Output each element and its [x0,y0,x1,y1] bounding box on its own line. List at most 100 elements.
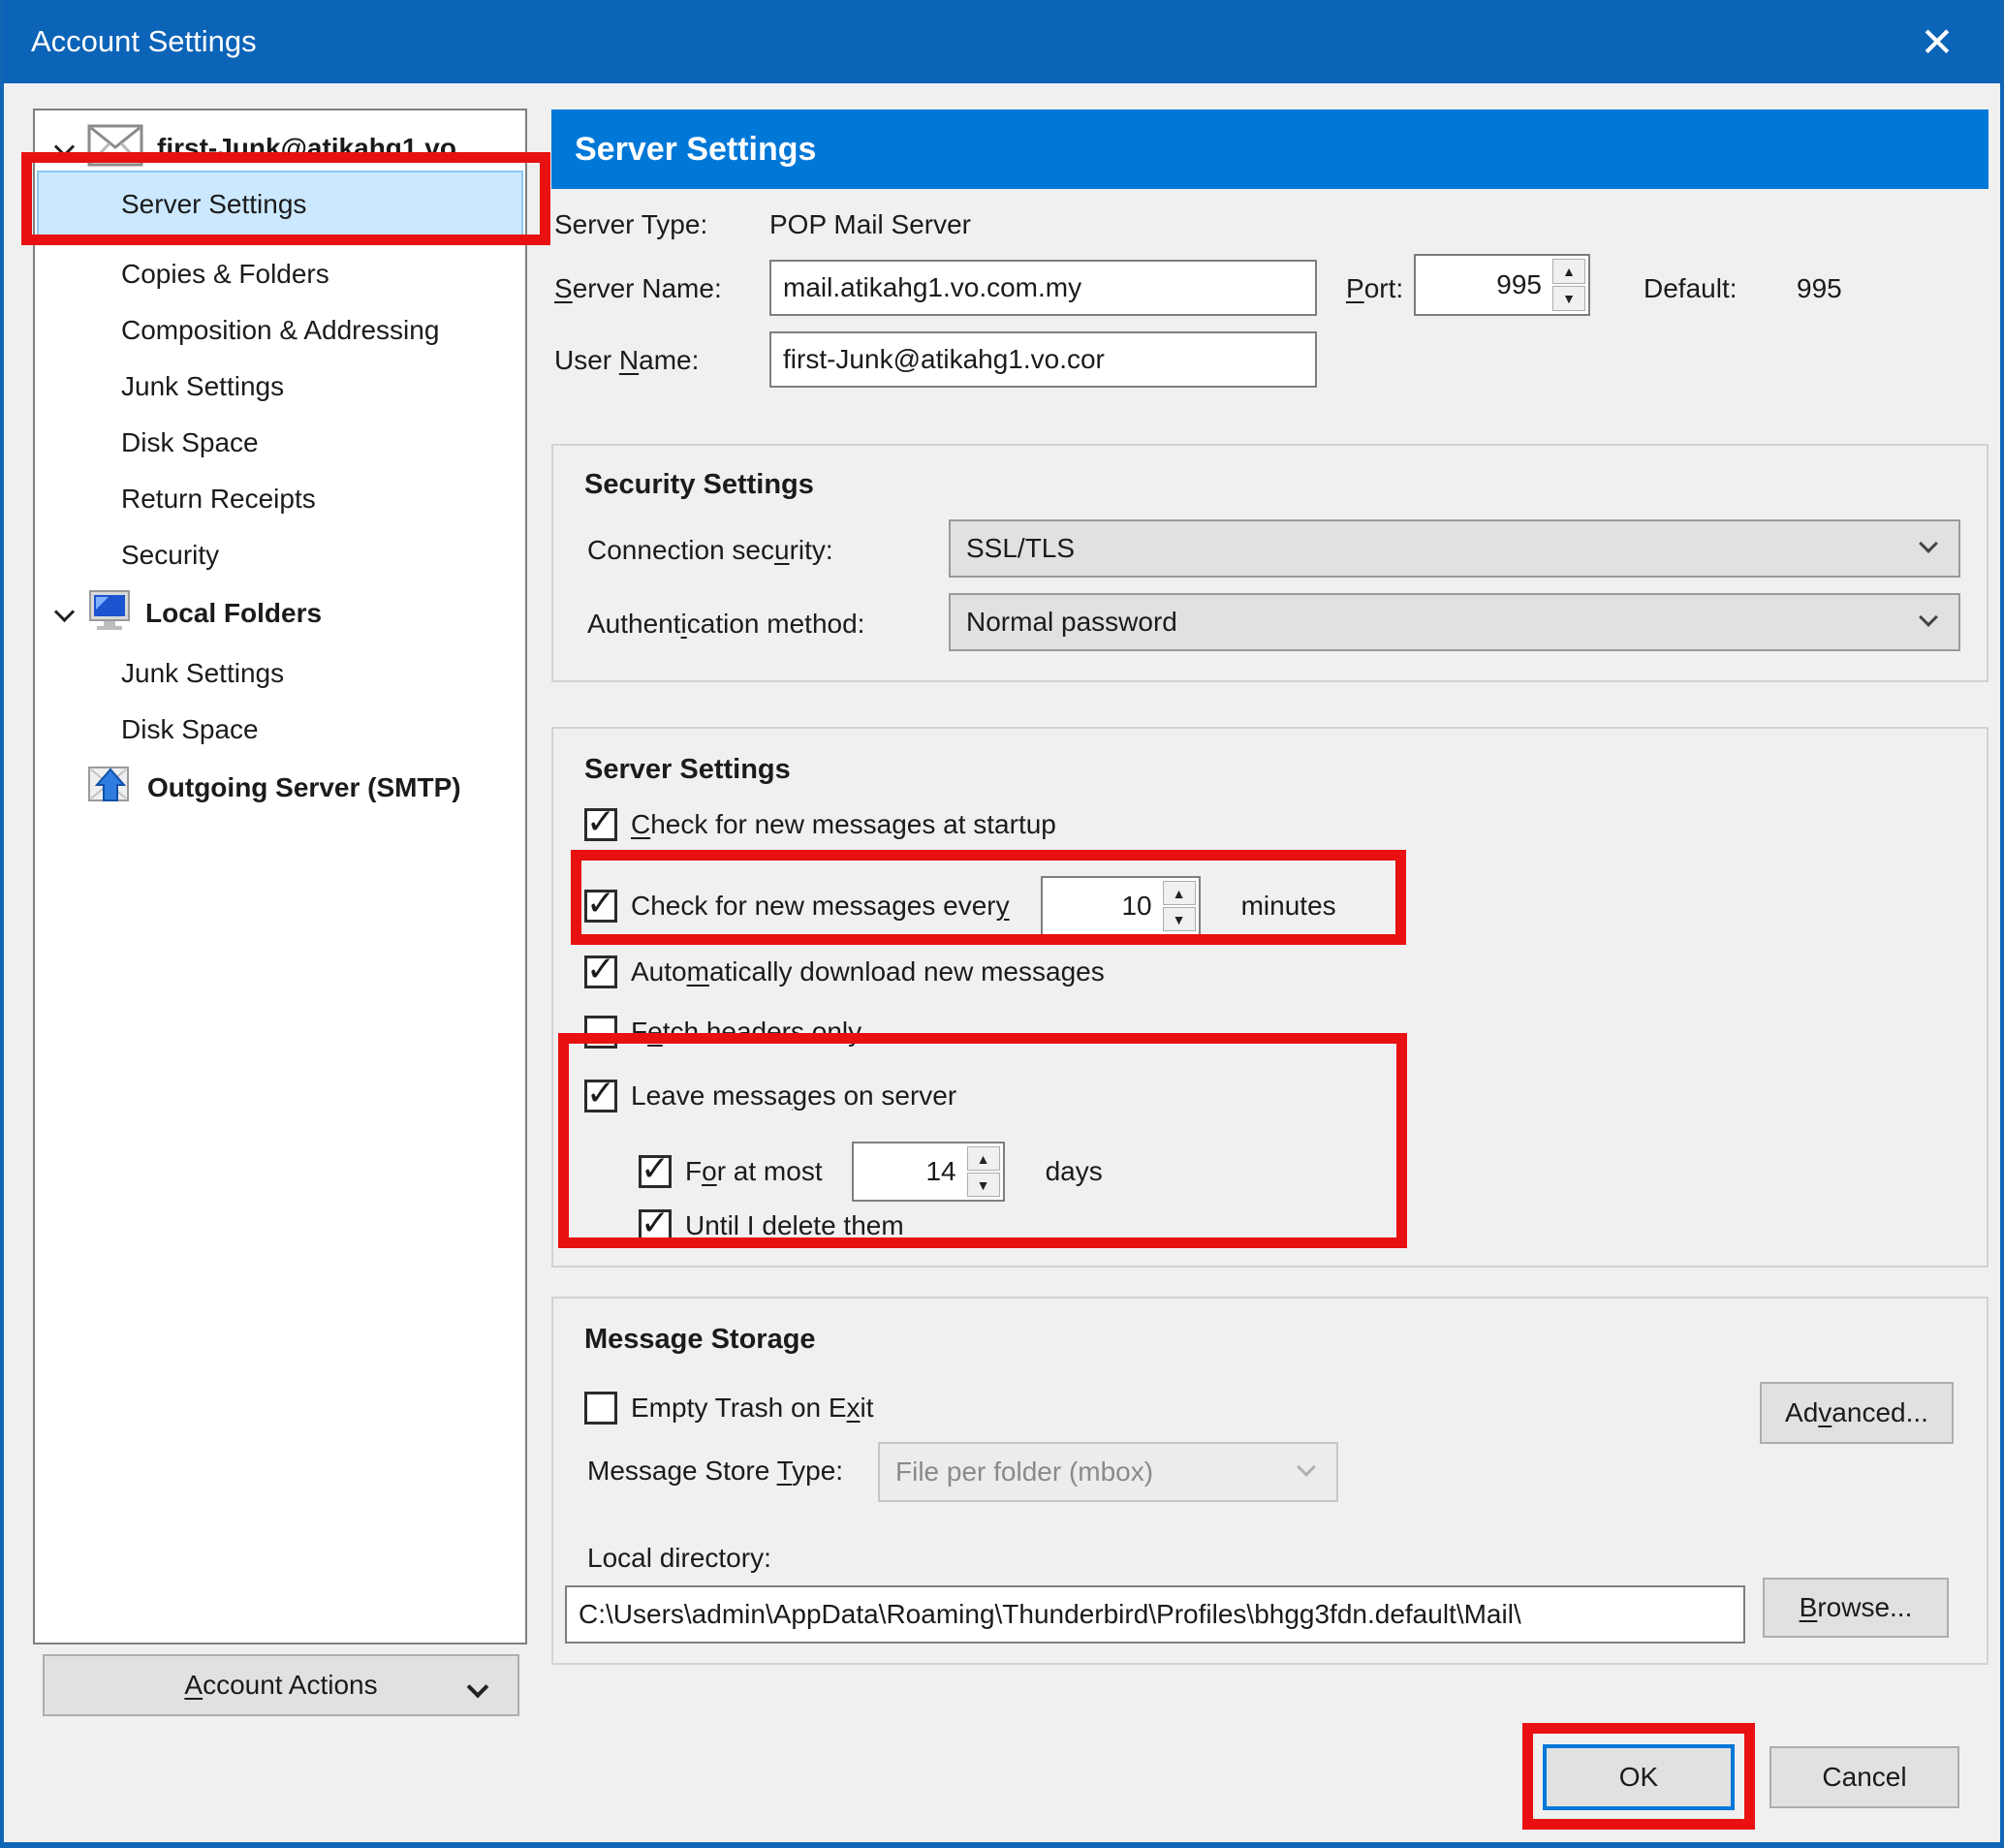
checkbox-checked-icon[interactable]: ✓ [584,808,617,841]
port-value: 995 [1416,256,1550,314]
auto-download-row[interactable]: ✓ Automatically download new messages [584,955,1105,988]
ok-button[interactable]: OK [1543,1744,1735,1810]
spin-down-icon[interactable]: ▼ [1163,907,1196,931]
spin-up-icon[interactable]: ▲ [1552,259,1585,284]
tree-item-local-junk-settings[interactable]: Junk Settings [39,645,521,702]
check-startup-label: Check for new messages at startup [631,809,1056,840]
message-store-type-value: File per folder (mbox) [895,1456,1153,1488]
checkbox-checked-icon[interactable]: ✓ [639,1209,672,1242]
tree-item-label: Return Receipts [39,484,316,515]
tree-item-label: Copies & Folders [39,259,329,290]
tree-item-junk-settings[interactable]: Junk Settings [39,359,521,415]
local-directory-value: C:\Users\admin\AppData\Roaming\Thunderbi… [579,1599,1521,1630]
advanced-button-label: Advanced... [1785,1397,1928,1428]
empty-trash-row[interactable]: Empty Trash on Exit [584,1392,874,1425]
checkbox-unchecked-icon[interactable] [584,1392,617,1425]
server-name-value: mail.atikahg1.vo.com.my [783,272,1081,303]
browse-button-label: Browse... [1800,1592,1913,1623]
leave-messages-label: Leave messages on server [631,1081,956,1112]
spin-down-icon[interactable]: ▼ [967,1173,1000,1197]
tree-item-server-settings[interactable]: Server Settings [37,171,523,238]
tree-item-security[interactable]: Security [39,527,521,583]
local-directory-label: Local directory: [587,1543,771,1574]
port-default-label: Default: [1644,273,1738,304]
computer-icon [87,588,132,640]
server-name-input[interactable]: mail.atikahg1.vo.com.my [769,260,1317,316]
connection-security-label: Connection security: [587,535,833,566]
checkbox-checked-icon[interactable]: ✓ [584,1080,617,1112]
authentication-method-value: Normal password [966,607,1177,638]
server-type-label: Server Type: [554,209,707,240]
browse-button[interactable]: Browse... [1763,1578,1949,1638]
for-at-most-unit: days [1046,1156,1103,1187]
close-icon[interactable]: ✕ [1899,0,1975,83]
check-every-stepper[interactable]: 10 ▲ ▼ [1041,876,1201,936]
authentication-method-label: Authentication method: [587,609,864,640]
user-name-label: User Name: [554,345,699,376]
until-delete-row[interactable]: ✓ Until I delete them [639,1209,904,1242]
tree-item-return-receipts[interactable]: Return Receipts [39,471,521,527]
checkbox-checked-icon[interactable]: ✓ [584,890,617,923]
spin-up-icon[interactable]: ▲ [1163,881,1196,905]
cancel-button-label: Cancel [1822,1762,1906,1793]
check-every-unit: minutes [1241,891,1336,922]
tree-item-local-disk-space[interactable]: Disk Space [39,702,521,758]
connection-security-select[interactable]: SSL/TLS [949,519,1960,578]
server-settings-group-title: Server Settings [584,754,791,786]
message-store-type-select: File per folder (mbox) [878,1442,1338,1502]
empty-trash-label: Empty Trash on Exit [631,1393,874,1424]
for-at-most-row[interactable]: ✓ For at most 14 ▲ ▼ days [639,1142,1103,1202]
tree-item-outgoing-server[interactable]: Outgoing Server (SMTP) [39,760,521,816]
spin-down-icon[interactable]: ▼ [1552,286,1585,311]
tree-item-local-folders[interactable]: Local Folders [39,585,521,642]
account-tree: first-Junk@atikahg1.vo... Server Setting… [33,109,527,1644]
account-actions-label: Account Actions [184,1670,377,1701]
fetch-headers-label: Fetch headers only [631,1017,861,1048]
for-at-most-label: For at most [685,1156,823,1187]
server-settings-group: Server Settings ✓ Check for new messages… [551,727,1988,1268]
checkbox-unchecked-icon[interactable] [584,1016,617,1049]
tree-item-label: Composition & Addressing [39,315,439,346]
port-default-value: 995 [1797,273,1842,304]
tree-item-composition-addressing[interactable]: Composition & Addressing [39,302,521,359]
spin-up-icon[interactable]: ▲ [967,1146,1000,1171]
authentication-method-select[interactable]: Normal password [949,593,1960,651]
mail-account-icon [87,124,143,173]
page-header: Server Settings [551,110,1988,189]
tree-item-label: Disk Space [39,714,259,745]
checkbox-checked-icon[interactable]: ✓ [584,955,617,988]
chevron-down-icon[interactable] [54,604,74,623]
for-at-most-value: 14 [854,1143,964,1200]
chevron-down-icon[interactable] [54,139,74,158]
server-type-value: POP Mail Server [769,209,971,240]
cancel-button[interactable]: Cancel [1769,1746,1959,1808]
tree-item-copies-folders[interactable]: Copies & Folders [39,246,521,302]
tree-item-account-root[interactable]: first-Junk@atikahg1.vo... [39,120,521,176]
until-delete-label: Until I delete them [685,1210,904,1241]
chevron-down-icon [1922,611,1937,626]
user-name-input[interactable]: first-Junk@atikahg1.vo.cor [769,331,1317,388]
message-storage-title: Message Storage [584,1324,816,1356]
tree-item-label: Disk Space [39,427,259,458]
account-actions-button[interactable]: Account Actions [43,1654,519,1716]
tree-item-label: Junk Settings [39,371,284,402]
check-startup-row[interactable]: ✓ Check for new messages at startup [584,808,1056,841]
local-directory-input[interactable]: C:\Users\admin\AppData\Roaming\Thunderbi… [565,1585,1745,1644]
advanced-button[interactable]: Advanced... [1760,1382,1954,1444]
check-every-row[interactable]: ✓ Check for new messages every 10 ▲ ▼ mi… [584,876,1336,936]
checkbox-checked-icon[interactable]: ✓ [639,1155,672,1188]
port-stepper[interactable]: 995 ▲ ▼ [1414,254,1590,316]
account-settings-dialog: Account Settings ✕ first-Junk@atikahg1.v… [0,0,2004,1848]
chevron-down-icon [469,1679,485,1695]
fetch-headers-row[interactable]: Fetch headers only [584,1016,861,1049]
tree-item-label: Outgoing Server (SMTP) [147,772,461,803]
message-store-type-label: Message Store Type: [587,1456,843,1487]
server-name-label: Server Name: [554,273,722,304]
chevron-down-icon [1299,1460,1315,1476]
connection-security-value: SSL/TLS [966,533,1075,564]
for-at-most-stepper[interactable]: 14 ▲ ▼ [852,1142,1005,1202]
port-label: Port: [1346,273,1403,304]
smtp-outgoing-icon [87,762,134,815]
leave-messages-row[interactable]: ✓ Leave messages on server [584,1080,956,1112]
tree-item-disk-space[interactable]: Disk Space [39,415,521,471]
